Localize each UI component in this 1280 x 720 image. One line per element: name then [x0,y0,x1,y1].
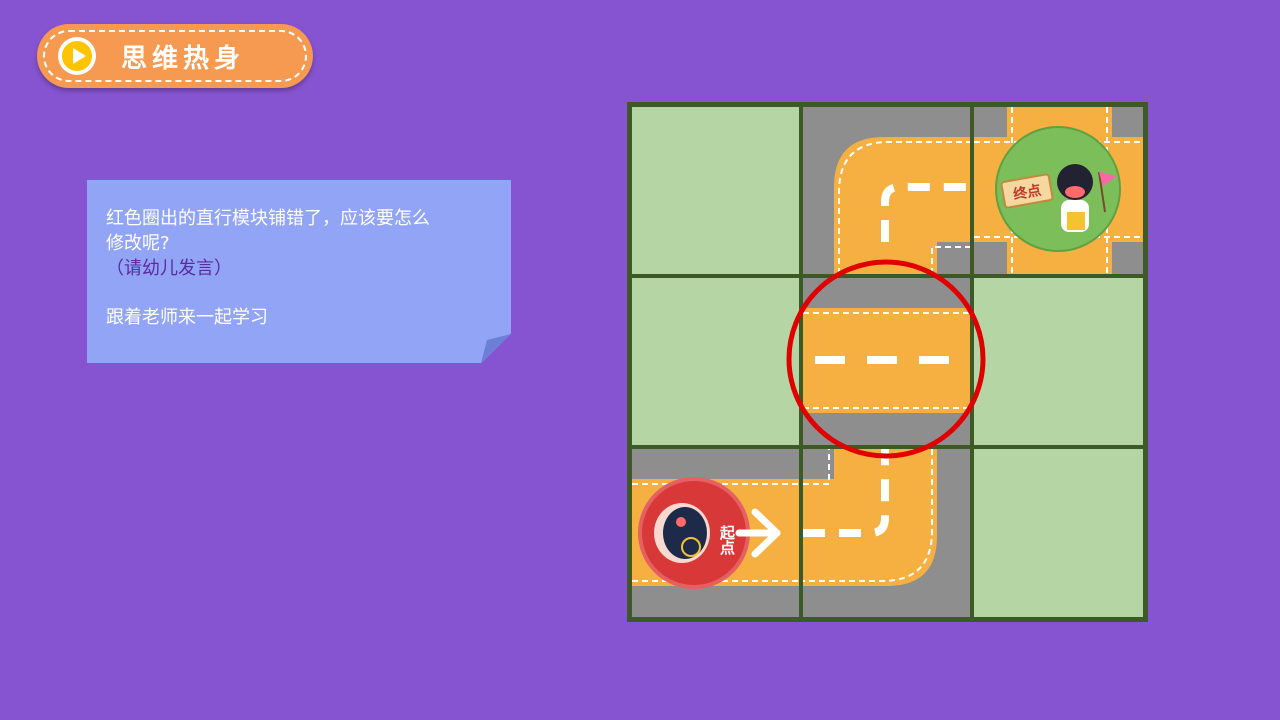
grass-tile [974,278,1143,445]
end-tile[interactable]: 终点 [974,107,1143,274]
start-tile[interactable]: 起点 [632,449,799,617]
question-line: 修改呢? [106,233,170,254]
question-text: 红色圈出的直行模块铺错了，应该要怎么 修改呢? （请幼儿发言） 跟着老师来一起学… [106,206,506,330]
instruction-hint: （请幼儿发言） [106,258,232,279]
section-badge: 思维热身 [37,24,313,88]
curve-road-tile[interactable] [803,107,970,274]
grass-tile [632,278,799,445]
curve-road-tile[interactable] [803,449,970,617]
grass-tile [974,449,1143,617]
play-icon[interactable] [57,36,97,76]
straight-road-tile[interactable] [803,278,970,445]
follow-teacher-text: 跟着老师来一起学习 [106,307,268,328]
start-label: 起点 [718,525,736,556]
page-curl [481,334,511,363]
section-title: 思维热身 [121,44,246,74]
grass-tile [632,107,799,274]
question-line: 红色圈出的直行模块铺错了，应该要怎么 [106,208,430,229]
road-puzzle-grid: 终点 起点 [627,102,1148,622]
